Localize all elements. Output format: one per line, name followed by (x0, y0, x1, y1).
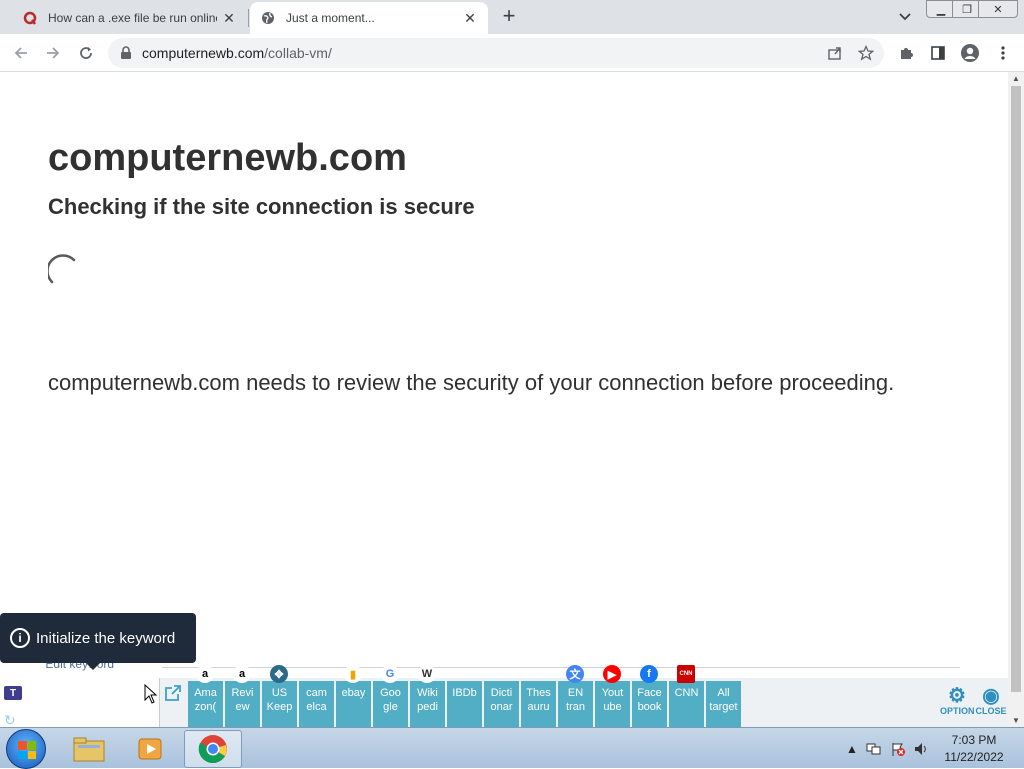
tab-title: Just a moment... (286, 11, 375, 25)
share-icon[interactable] (822, 40, 848, 66)
chevron-down-icon[interactable] (893, 6, 917, 28)
clock-date: 11/22/2022 (944, 750, 1004, 764)
option-button[interactable]: ⚙ OPTION (940, 685, 975, 716)
tab-strip: How can a .exe file be run online ✕ Just… (0, 0, 1024, 34)
start-button[interactable] (6, 729, 46, 769)
keyword-tile[interactable]: Thes auru (521, 681, 556, 727)
chrome-icon (198, 735, 227, 764)
keyword-tile[interactable]: US Keep (262, 681, 297, 727)
keyword-tile[interactable]: Goo gle (373, 681, 408, 727)
menu-kebab-icon[interactable] (990, 40, 1016, 66)
shopping-bag-icon: ▮ (344, 665, 362, 683)
windows-logo-icon (18, 741, 36, 759)
media-player-taskbar-button[interactable] (122, 730, 180, 768)
loading-spinner-icon (46, 254, 78, 284)
new-tab-button[interactable]: + (497, 5, 521, 29)
star-icon[interactable] (853, 40, 879, 66)
mouse-cursor-icon (144, 684, 158, 704)
translate-icon: 文 (566, 665, 584, 683)
facebook-icon: f (640, 665, 658, 683)
globe-icon (260, 10, 276, 26)
profile-avatar-icon[interactable] (957, 40, 983, 66)
amazon-icon: a (233, 665, 251, 683)
lock-icon[interactable] (120, 46, 132, 65)
site-heading: computernewb.com (48, 137, 407, 179)
folder-icon (73, 737, 105, 762)
open-external-icon[interactable] (164, 684, 184, 704)
url-path: /collab-vm/ (264, 45, 332, 61)
extensions-puzzle-icon[interactable] (893, 40, 919, 66)
tooltip-arrow (86, 663, 100, 670)
url-text: computernewb.com/collab-vm/ (142, 45, 332, 61)
security-review-message: computernewb.com needs to review the sec… (48, 370, 895, 395)
keyword-panel[interactable]: T ↻ (0, 678, 160, 728)
keyword-tile[interactable]: Face book (632, 681, 667, 727)
gear-icon: ⚙ (948, 685, 966, 707)
quora-icon (22, 10, 38, 26)
action-center-flag-icon[interactable] (890, 728, 906, 769)
tab-close-icon[interactable]: ✕ (217, 6, 241, 30)
keyword-tile[interactable]: Yout ube (595, 681, 630, 727)
show-hidden-icons-icon[interactable]: ▲ (846, 728, 858, 769)
volume-icon[interactable] (913, 728, 929, 769)
url-host: computernewb.com (142, 45, 265, 61)
info-icon: i (10, 628, 30, 648)
keyword-tile[interactable]: All target (706, 681, 741, 727)
amazon-icon: a (196, 665, 214, 683)
chrome-taskbar-button[interactable] (184, 730, 242, 768)
google-icon: G (381, 665, 399, 683)
tooltip-text: Initialize the keyword (36, 629, 176, 647)
keyword-tile[interactable]: IBDb (447, 681, 482, 727)
initialize-keyword-tooltip: i Initialize the keyword (0, 613, 196, 663)
tab-divider (248, 9, 249, 27)
media-player-icon (138, 738, 162, 760)
keyword-tile[interactable]: Ama zon( (188, 681, 223, 727)
keyword-tile[interactable]: CNN (669, 681, 704, 727)
tab-just-a-moment[interactable]: Just a moment... ✕ (250, 2, 488, 34)
option-label: OPTION (940, 706, 975, 716)
scrollbar-thumb[interactable] (1011, 86, 1021, 692)
keyword-tile[interactable]: EN tran (558, 681, 593, 727)
file-explorer-taskbar-button[interactable] (60, 730, 118, 768)
window-close-button[interactable]: ✕ (978, 0, 1018, 18)
scroll-down-arrow-icon[interactable]: ▼ (1012, 716, 1020, 725)
network-icon[interactable] (866, 728, 882, 769)
close-label: CLOSE (975, 706, 1007, 716)
keyword-tile[interactable]: cam elca (299, 681, 334, 727)
security-check-heading: Checking if the site connection is secur… (48, 194, 475, 219)
cnn-icon: CNN (677, 665, 695, 683)
browser-toolbar: computernewb.com/collab-vm/ (0, 34, 1024, 72)
back-arrow-icon[interactable] (8, 40, 34, 66)
keyword-tile[interactable]: Dicti onar (484, 681, 519, 727)
keep-icon: ✥ (270, 665, 288, 683)
clock-time: 7:03 PM (951, 733, 997, 747)
keyword-tile[interactable]: Wiki pedi (410, 681, 445, 727)
windows-taskbar: ▲ 7:03 PM 11/22/2022 (0, 727, 1024, 769)
wikipedia-icon: W (418, 665, 436, 683)
youtube-icon: ▶ (603, 665, 621, 683)
side-panel-icon[interactable] (925, 40, 951, 66)
system-clock[interactable]: 7:03 PM 11/22/2022 (930, 732, 1018, 766)
forward-arrow-icon[interactable] (40, 40, 66, 66)
tab-quora[interactable]: How can a .exe file be run online ✕ (12, 2, 247, 34)
close-logo-icon: ◉ (982, 685, 1000, 707)
tab-title: How can a .exe file be run online (48, 11, 217, 25)
scroll-up-arrow-icon[interactable]: ▲ (1012, 74, 1020, 83)
close-extension-button[interactable]: ◉ CLOSE (974, 686, 1008, 716)
extension-logo: T (4, 686, 22, 700)
keyword-tile[interactable]: Revi ew (225, 681, 260, 727)
keyword-tile[interactable]: ebay (336, 681, 371, 727)
address-bar[interactable]: computernewb.com/collab-vm/ (108, 38, 884, 68)
reload-icon[interactable] (73, 40, 99, 66)
scrollbar[interactable]: ▲ ▼ (1008, 72, 1024, 727)
tab-close-icon[interactable]: ✕ (458, 6, 482, 30)
